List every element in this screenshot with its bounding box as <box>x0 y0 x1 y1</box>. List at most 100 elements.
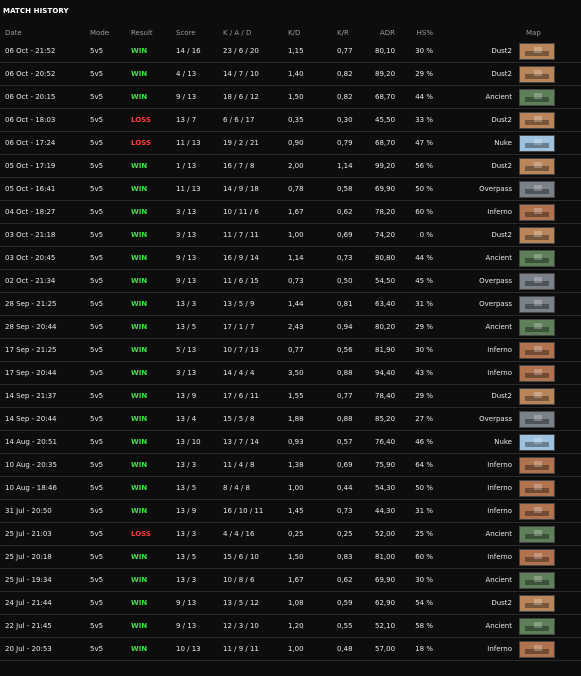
column-header-date[interactable]: Date <box>5 27 22 40</box>
match-score: 9 / 13 <box>176 93 197 101</box>
match-hs: 29 % <box>415 323 433 331</box>
table-row[interactable]: 14 Sep - 20:44 5v5 WIN 13 / 4 15 / 5 / 8 1,88… <box>0 408 581 431</box>
match-adr: 94,40 <box>375 369 396 377</box>
table-row[interactable]: 06 Oct - 17:24 5v5 LOSS 11 / 13 19 / 2 / 21 0… <box>0 132 581 155</box>
table-row[interactable]: 10 Aug - 18:46 5v5 WIN 13 / 5 8 / 4 / 8 1,00 0… <box>0 477 581 500</box>
match-result: LOSS <box>131 116 151 124</box>
match-kd: 0,90 <box>288 139 304 147</box>
match-kr: 0,83 <box>337 553 353 561</box>
map-thumbnail <box>519 457 555 474</box>
match-date: 25 Jul - 20:18 <box>5 553 52 561</box>
table-row[interactable]: 14 Aug - 20:51 5v5 WIN 13 / 10 13 / 7 / 14 0,… <box>0 431 581 454</box>
table-row[interactable]: 10 Aug - 20:35 5v5 WIN 13 / 3 11 / 4 / 8 1,38… <box>0 454 581 477</box>
column-header-map[interactable]: Map <box>526 27 541 40</box>
match-kr: 0,81 <box>337 300 353 308</box>
column-header-adr[interactable]: ADR <box>375 27 395 40</box>
match-date: 05 Oct - 17:19 <box>5 162 56 170</box>
match-result: WIN <box>131 346 148 354</box>
match-kad: 17 / 1 / 7 <box>223 323 255 331</box>
match-kd: 1,50 <box>288 93 304 101</box>
match-kd: 2,43 <box>288 323 304 331</box>
map-thumbnail <box>519 365 555 382</box>
match-kd: 1,50 <box>288 553 304 561</box>
match-adr: 69,90 <box>375 185 396 193</box>
match-map-name: Nuke <box>494 438 512 446</box>
column-header-result[interactable]: Result <box>131 27 153 40</box>
match-kad: 11 / 7 / 11 <box>223 231 259 239</box>
match-hs: 0 % <box>419 231 433 239</box>
table-row[interactable]: 17 Sep - 20:44 5v5 WIN 3 / 13 14 / 4 / 4 3,50… <box>0 362 581 385</box>
table-row[interactable]: 25 Jul - 21:03 5v5 LOSS 13 / 3 4 / 4 / 16 0,2… <box>0 523 581 546</box>
match-score: 11 / 13 <box>176 139 201 147</box>
match-adr: 52,00 <box>375 530 396 538</box>
match-kad: 14 / 4 / 4 <box>223 369 255 377</box>
table-row[interactable]: 28 Sep - 20:44 5v5 WIN 13 / 5 17 / 1 / 7 2,43… <box>0 316 581 339</box>
column-header-kd[interactable]: K/D <box>288 27 300 40</box>
match-kr: 0,82 <box>337 70 353 78</box>
table-row[interactable]: 06 Oct - 20:15 5v5 WIN 9 / 13 18 / 6 / 12 1,5… <box>0 86 581 109</box>
match-kad: 15 / 5 / 8 <box>223 415 255 423</box>
match-kad: 11 / 4 / 8 <box>223 461 255 469</box>
match-score: 3 / 13 <box>176 369 197 377</box>
match-hs: 60 % <box>415 553 433 561</box>
match-mode: 5v5 <box>90 254 104 262</box>
match-hs: 27 % <box>415 415 433 423</box>
table-row[interactable]: 05 Oct - 17:19 5v5 WIN 1 / 13 16 / 7 / 8 2,00… <box>0 155 581 178</box>
match-result: LOSS <box>131 139 151 147</box>
table-row[interactable]: 24 Jul - 21:44 5v5 WIN 9 / 13 13 / 5 / 12 1,0… <box>0 592 581 615</box>
table-row[interactable]: 25 Jul - 19:34 5v5 WIN 13 / 3 10 / 8 / 6 1,67… <box>0 569 581 592</box>
match-mode: 5v5 <box>90 116 104 124</box>
match-hs: 31 % <box>415 507 433 515</box>
match-kr: 0,57 <box>337 438 353 446</box>
match-adr: 68,70 <box>375 139 396 147</box>
column-header-kr[interactable]: K/R <box>337 27 349 40</box>
match-result: WIN <box>131 185 148 193</box>
table-row[interactable]: 22 Jul - 21:45 5v5 WIN 9 / 13 12 / 3 / 10 1,2… <box>0 615 581 638</box>
match-score: 13 / 10 <box>176 438 201 446</box>
column-header-mode[interactable]: Mode <box>90 27 109 40</box>
map-thumbnail <box>519 572 555 589</box>
match-map-name: Inferno <box>487 553 512 561</box>
table-row[interactable]: 03 Oct - 20:45 5v5 WIN 9 / 13 16 / 9 / 14 1,1… <box>0 247 581 270</box>
match-result: LOSS <box>131 530 151 538</box>
match-kad: 16 / 9 / 14 <box>223 254 259 262</box>
match-kad: 13 / 5 / 12 <box>223 599 259 607</box>
match-kd: 1,38 <box>288 461 304 469</box>
map-thumbnail <box>519 66 555 83</box>
match-result: WIN <box>131 231 148 239</box>
table-row[interactable]: 25 Jul - 20:18 5v5 WIN 13 / 5 15 / 6 / 10 1,5… <box>0 546 581 569</box>
table-row[interactable]: 05 Oct - 16:41 5v5 WIN 11 / 13 14 / 9 / 18 0,… <box>0 178 581 201</box>
match-date: 25 Jul - 19:34 <box>5 576 52 584</box>
match-kr: 0,88 <box>337 415 353 423</box>
match-score: 9 / 13 <box>176 622 197 630</box>
match-date: 17 Sep - 20:44 <box>5 369 57 377</box>
match-map-name: Ancient <box>485 576 512 584</box>
map-thumbnail <box>519 618 555 635</box>
table-row[interactable]: 06 Oct - 20:52 5v5 WIN 4 / 13 14 / 7 / 10 1,4… <box>0 63 581 86</box>
table-row[interactable]: 04 Oct - 18:27 5v5 WIN 3 / 13 10 / 11 / 6 1,6… <box>0 201 581 224</box>
table-row[interactable]: 20 Jul - 20:53 5v5 WIN 10 / 13 11 / 9 / 11 1,… <box>0 638 581 661</box>
match-kd: 0,78 <box>288 185 304 193</box>
column-header-hs[interactable]: HS% <box>413 27 433 40</box>
table-row[interactable]: 02 Oct - 21:34 5v5 WIN 9 / 13 11 / 6 / 15 0,7… <box>0 270 581 293</box>
table-row[interactable]: 03 Oct - 21:18 5v5 WIN 3 / 13 11 / 7 / 11 1,0… <box>0 224 581 247</box>
match-score: 13 / 3 <box>176 576 197 584</box>
match-kr: 0,69 <box>337 461 353 469</box>
table-row[interactable]: 14 Sep - 21:37 5v5 WIN 13 / 9 17 / 6 / 11 1,5… <box>0 385 581 408</box>
table-row[interactable]: 28 Sep - 21:25 5v5 WIN 13 / 3 13 / 5 / 9 1,44… <box>0 293 581 316</box>
table-row[interactable]: 06 Oct - 18:03 5v5 LOSS 13 / 7 6 / 6 / 17 0,3… <box>0 109 581 132</box>
column-header-kad[interactable]: K / A / D <box>223 27 251 40</box>
match-map-name: Overpass <box>479 185 512 193</box>
table-header: Date Mode Result Score K / A / D K/D K/R… <box>0 27 581 40</box>
table-row[interactable]: 31 Jul - 20:50 5v5 WIN 13 / 9 16 / 10 / 11 1,… <box>0 500 581 523</box>
match-hs: 30 % <box>415 47 433 55</box>
match-kad: 14 / 9 / 18 <box>223 185 259 193</box>
column-header-score[interactable]: Score <box>176 27 196 40</box>
match-kr: 0,62 <box>337 208 353 216</box>
match-date: 28 Sep - 20:44 <box>5 323 57 331</box>
table-row[interactable]: 17 Sep - 21:25 5v5 WIN 5 / 13 10 / 7 / 13 0,7… <box>0 339 581 362</box>
match-result: WIN <box>131 162 148 170</box>
table-row[interactable]: 06 Oct - 21:52 5v5 WIN 14 / 16 23 / 6 / 20 1,… <box>0 40 581 63</box>
match-adr: 54,30 <box>375 484 396 492</box>
match-kd: 1,20 <box>288 622 304 630</box>
